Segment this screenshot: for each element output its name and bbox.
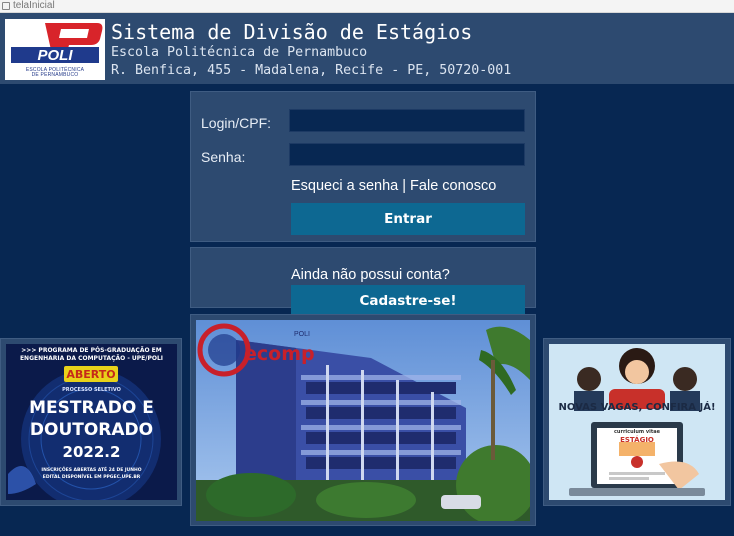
logo-text: POLI [37, 47, 73, 64]
poli-logo: POLI ESCOLA POLITÉCNICA DE PERNAMBUCO [5, 19, 105, 80]
links-separator: | [398, 178, 411, 194]
internship-banner: NOVAS VAGAS, CONFIRA JÁ! curriculum vita… [549, 344, 725, 500]
school-name: Escola Politécnica de Pernambuco [111, 45, 368, 60]
contact-link[interactable]: Fale conosco [410, 178, 496, 194]
window-title: telaInicial [13, 0, 55, 11]
ecomp-logo-text: ecomp [244, 343, 315, 365]
graduate-program-ad[interactable]: >>> PROGRAMA DE PÓS-GRADUAÇÃO EM ENGENHA… [0, 338, 182, 506]
ad-doctorate-text: DOUTORADO [29, 420, 154, 440]
help-links: Esqueci a senha | Fale conosco [291, 177, 496, 195]
ecomp-logo-top: POLI [294, 331, 310, 338]
ad-footer-2: EDITAL DISPONÍVEL EM PPGEC.UPE.BR [42, 475, 141, 480]
ad-footer-1: INSCRIÇÕES ABERTAS ATÉ 24 DE JUNHO [41, 468, 142, 473]
ad-cv-title: ESTÁGIO [620, 436, 654, 444]
login-label: Login/CPF: [201, 115, 272, 131]
ad-cv-label: curriculum vitae [613, 429, 661, 435]
page-title: Sistema de Divisão de Estágios [111, 20, 473, 44]
window-titlebar: telaInicial [0, 0, 734, 13]
signup-panel: Ainda não possui conta? Cadastre-se! [190, 247, 536, 317]
login-button[interactable]: Entrar [291, 203, 525, 235]
login-input[interactable] [289, 109, 525, 132]
password-label: Senha: [201, 149, 246, 165]
forgot-password-link[interactable]: Esqueci a senha [291, 178, 398, 194]
ad-headline: NOVAS VAGAS, CONFIRA JÁ! [558, 402, 716, 413]
ad-selection-label: PROCESSO SELETIVO [62, 387, 121, 393]
campus-photo-panel: ecomp POLI [190, 314, 536, 526]
ad-badge-open: ABERTO [66, 368, 116, 381]
password-input[interactable] [289, 143, 525, 166]
window-icon [2, 2, 10, 10]
header: POLI ESCOLA POLITÉCNICA DE PERNAMBUCO Si… [0, 13, 734, 84]
campus-photo: ecomp POLI [196, 320, 530, 521]
app-window: POLI ESCOLA POLITÉCNICA DE PERNAMBUCO Si… [0, 13, 734, 536]
ad-program-line2: ENGENHARIA DA COMPUTAÇÃO - UPE/POLI [19, 355, 164, 362]
login-panel: Login/CPF: Senha: Esqueci a senha | Fale… [190, 91, 536, 242]
graduate-program-banner: >>> PROGRAMA DE PÓS-GRADUAÇÃO EM ENGENHA… [6, 344, 177, 500]
ad-masters-text: MESTRADO E [29, 398, 154, 418]
ad-program-line1: >>> PROGRAMA DE PÓS-GRADUAÇÃO EM [21, 347, 162, 354]
school-address: R. Benfica, 455 - Madalena, Recife - PE,… [111, 63, 512, 78]
ad-term: 2022.2 [62, 443, 121, 461]
no-account-text: Ainda não possui conta? [291, 267, 450, 283]
logo-subtitle-2: DE PERNAMBUCO [31, 72, 79, 78]
signup-button[interactable]: Cadastre-se! [291, 285, 525, 317]
internship-ad[interactable]: NOVAS VAGAS, CONFIRA JÁ! curriculum vita… [543, 338, 731, 506]
